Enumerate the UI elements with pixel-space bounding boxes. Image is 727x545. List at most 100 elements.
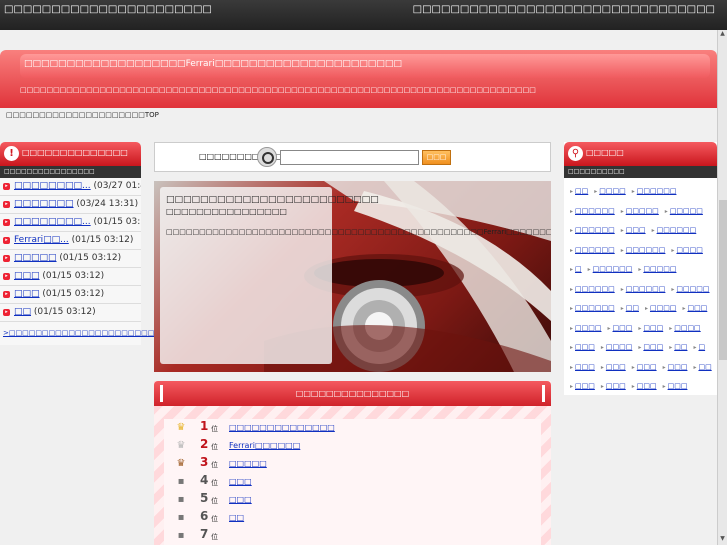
ranking-link[interactable]: □□□□□ xyxy=(229,459,267,468)
tag-item[interactable]: □□□ xyxy=(638,338,663,358)
tag-item[interactable]: □□□ xyxy=(638,319,663,339)
tag-link[interactable]: □□□□□ xyxy=(643,265,676,273)
tag-item[interactable]: □□□□□□ xyxy=(621,241,666,261)
recent-post-item[interactable]: ▸ □□ (01/15 03:12) xyxy=(0,304,141,322)
tag-link[interactable]: □□□□ xyxy=(606,343,632,351)
tag-link[interactable]: □□□ xyxy=(626,226,646,234)
recent-post-link[interactable]: □□ xyxy=(14,307,31,317)
tag-link[interactable]: □□□ xyxy=(643,343,663,351)
tag-item[interactable]: □□□□□□ xyxy=(570,221,615,241)
tag-item[interactable]: □□□□ xyxy=(570,319,601,339)
tag-item[interactable]: □□□□□ xyxy=(665,202,703,222)
tag-link[interactable]: □□□□□□ xyxy=(626,285,666,293)
tag-item[interactable]: □□□□□□ xyxy=(621,280,666,300)
tag-item[interactable]: □□□□ xyxy=(671,241,702,261)
recent-post-item[interactable]: ▸ □□□ (01/15 03:12) xyxy=(0,268,141,286)
tag-item[interactable]: □□□ xyxy=(570,338,595,358)
recent-post-item[interactable]: ▸ □□□□□□□□... (03/27 01:45) xyxy=(0,178,141,196)
tag-link[interactable]: □□ xyxy=(698,363,711,371)
tag-item[interactable]: □□ xyxy=(693,358,711,378)
ranking-link[interactable]: □□□□□□□□□□□□□□ xyxy=(229,423,335,432)
tag-link[interactable]: □□□□ xyxy=(575,324,601,332)
search-button[interactable]: □□□ xyxy=(422,150,451,165)
tag-item[interactable]: □□ xyxy=(621,299,639,319)
tag-item[interactable]: □□□ xyxy=(607,319,633,339)
tag-item[interactable]: □□□ xyxy=(570,377,595,395)
tag-link[interactable]: □□□□□□ xyxy=(657,226,697,234)
recent-post-link[interactable]: □□□□□□□□... xyxy=(14,217,91,227)
recent-post-link[interactable]: □□□ xyxy=(14,289,40,299)
tag-link[interactable]: □□□□□□ xyxy=(575,285,615,293)
tag-link[interactable]: □ xyxy=(575,265,582,273)
tag-item[interactable]: □□□□□ xyxy=(638,260,676,280)
breadcrumb[interactable]: □□□□□□□□□□□□□□□□□□□□□TOP xyxy=(6,111,159,119)
more-posts-link[interactable]: >□□□□□□□□□□□□□□□□□□□□□□□□□□□□□□□□□□ xyxy=(0,322,234,345)
ranking-link[interactable]: □□ xyxy=(229,513,244,522)
recent-post-item[interactable]: ▸ □□□□□□□ (03/24 13:31) xyxy=(0,196,141,214)
ranking-link[interactable]: □□□ xyxy=(229,477,252,486)
tag-item[interactable]: □□□ xyxy=(663,377,688,395)
ranking-link[interactable]: □□□ xyxy=(229,495,252,504)
tag-item[interactable]: □□□ xyxy=(601,377,626,395)
scroll-down-icon[interactable]: ▼ xyxy=(718,535,727,545)
recent-post-item[interactable]: ▸ □□□□□ (01/15 03:12) xyxy=(0,250,141,268)
tag-link[interactable]: □□□□ xyxy=(599,187,625,195)
recent-post-item[interactable]: ▸ Ferrari□□... (01/15 03:12) xyxy=(0,232,141,250)
tag-link[interactable]: □□□ xyxy=(575,363,595,371)
tag-item[interactable]: □□□□□ xyxy=(671,280,709,300)
tag-link[interactable]: □□□ xyxy=(575,343,595,351)
tag-link[interactable]: □□□□□□ xyxy=(575,304,615,312)
tag-link[interactable]: □□□□□□ xyxy=(626,246,666,254)
site-title-text[interactable]: □□□□□□□□□□□□□□□□□□□Ferrari□□□□□□□□□□□□□□… xyxy=(24,59,402,69)
tag-link[interactable]: □□□□□□ xyxy=(593,265,633,273)
tag-item[interactable]: □□□ xyxy=(632,358,657,378)
tag-link[interactable]: □□□ xyxy=(637,363,657,371)
tag-link[interactable]: □□□ xyxy=(687,304,707,312)
tag-link[interactable]: □□□□ xyxy=(674,324,700,332)
tag-item[interactable]: □□□□ xyxy=(594,182,625,202)
tag-link[interactable]: □□□□□ xyxy=(676,285,709,293)
recent-post-link[interactable]: □□□ xyxy=(14,271,40,281)
tag-link[interactable]: □□□□□ xyxy=(670,207,703,215)
tag-link[interactable]: □□□ xyxy=(575,382,595,390)
tag-link[interactable]: □□ xyxy=(674,343,687,351)
tag-item[interactable]: □□□□□□ xyxy=(570,241,615,261)
tag-link[interactable]: □□□□□□ xyxy=(575,207,615,215)
tag-item[interactable]: □□□ xyxy=(570,358,595,378)
tag-item[interactable]: □□□ xyxy=(621,221,646,241)
tag-link[interactable]: □□□□□ xyxy=(626,207,659,215)
tag-link[interactable]: □□ xyxy=(626,304,639,312)
tag-link[interactable]: □ xyxy=(698,343,705,351)
tag-item[interactable]: □□□ xyxy=(682,299,707,319)
search-input[interactable] xyxy=(280,150,419,165)
site-title[interactable]: □□□□□□□□□□□□□□□□□□□Ferrari□□□□□□□□□□□□□□… xyxy=(20,54,710,78)
tag-link[interactable]: □□□ xyxy=(643,324,663,332)
tag-link[interactable]: □□□□□□ xyxy=(575,226,615,234)
scrollbar-thumb[interactable] xyxy=(719,200,727,360)
tag-link[interactable]: □□□ xyxy=(668,363,688,371)
tag-item[interactable]: □□□□ xyxy=(669,319,700,339)
tag-link[interactable]: □□□□ xyxy=(676,246,702,254)
tag-item[interactable]: □□□□ xyxy=(601,338,632,358)
tag-item[interactable]: □ xyxy=(570,260,582,280)
tag-item[interactable]: □□□□□□ xyxy=(570,280,615,300)
tag-link[interactable]: □□□ xyxy=(637,382,657,390)
tag-item[interactable]: □□□□□□ xyxy=(570,202,615,222)
tag-item[interactable]: □□□ xyxy=(663,358,688,378)
tag-item[interactable]: □□□□□ xyxy=(621,202,659,222)
tag-link[interactable]: □□ xyxy=(575,187,588,195)
tag-item[interactable]: □□□ xyxy=(632,377,657,395)
ranking-link[interactable]: Ferrari□□□□□□ xyxy=(229,441,300,450)
tag-link[interactable]: □□□ xyxy=(668,382,688,390)
recent-post-link[interactable]: Ferrari□□... xyxy=(14,235,69,245)
tag-link[interactable]: □□□ xyxy=(606,363,626,371)
tag-link[interactable]: □□□□□□ xyxy=(575,246,615,254)
tag-item[interactable]: □ xyxy=(693,338,705,358)
tag-link[interactable]: □□□ xyxy=(613,324,633,332)
tag-link[interactable]: □□□□□□ xyxy=(637,187,677,195)
vertical-scrollbar[interactable]: ▲ ▼ xyxy=(717,30,727,545)
tag-item[interactable]: □□□ xyxy=(601,358,626,378)
tag-item[interactable]: □□□□□□ xyxy=(570,299,615,319)
tag-item[interactable]: □□□□□□ xyxy=(632,182,677,202)
recent-post-item[interactable]: ▸ □□□ (01/15 03:12) xyxy=(0,286,141,304)
